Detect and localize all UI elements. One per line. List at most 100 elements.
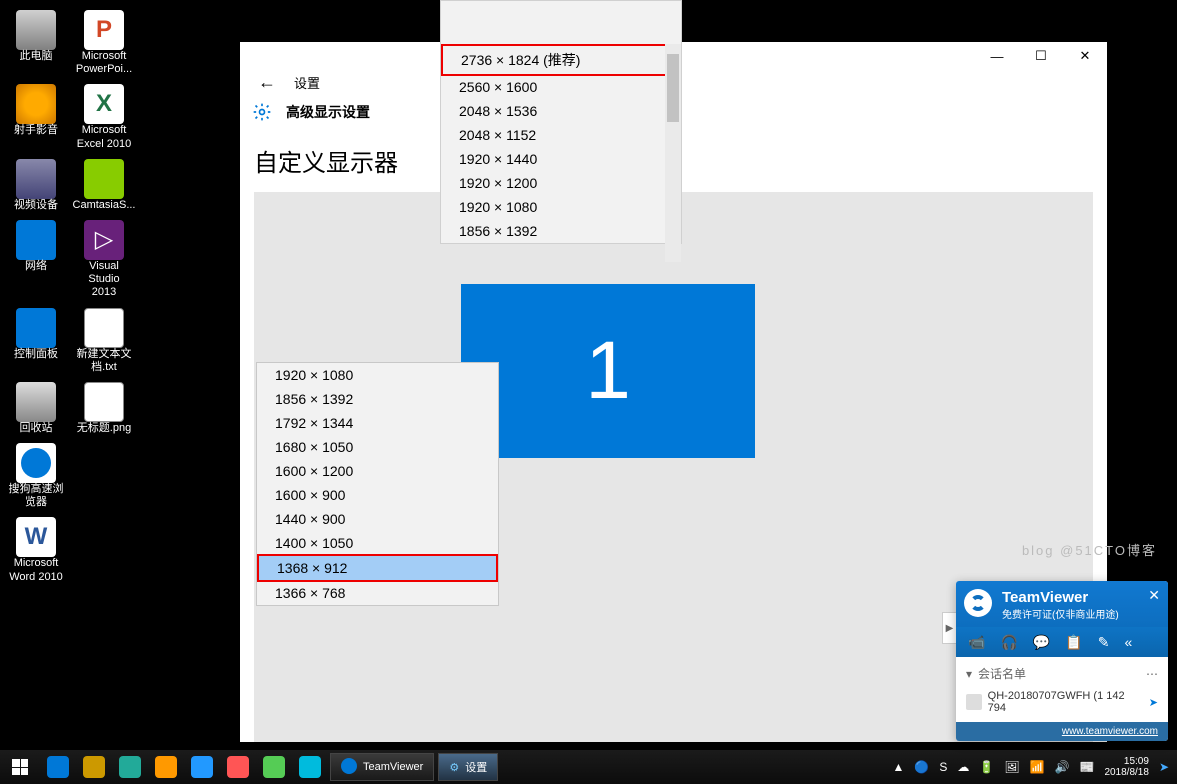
session-item[interactable]: QH-20180707GWFH (1 142 794 ➤ bbox=[966, 690, 1158, 714]
scrollbar-thumb[interactable] bbox=[667, 54, 679, 122]
desktop-icon[interactable]: XMicrosoft Excel 2010 bbox=[76, 82, 132, 152]
desktop-icon[interactable]: 控制面板 bbox=[8, 306, 64, 376]
resolution-option[interactable]: 1920 × 1080 bbox=[441, 195, 681, 219]
teamviewer-subtitle: 免费许可证(仅非商业用途) bbox=[1002, 606, 1158, 621]
taskbar-clock[interactable]: 15:09 2018/8/18 bbox=[1104, 756, 1149, 778]
desktop-icon-label: Microsoft Word 2010 bbox=[8, 557, 64, 583]
desktop-icon[interactable]: 此电脑 bbox=[8, 8, 64, 78]
desktop-icon-label: 射手影音 bbox=[14, 124, 58, 137]
resolution-option[interactable]: 1440 × 900 bbox=[257, 507, 498, 531]
resolution-option[interactable]: 1400 × 1050 bbox=[257, 531, 498, 555]
teamviewer-tool-button[interactable]: 📋 bbox=[1065, 634, 1082, 651]
desktop-icon[interactable]: 网络 bbox=[8, 218, 64, 302]
taskbar-pinned-app[interactable] bbox=[148, 750, 184, 784]
teamviewer-tool-button[interactable]: 📹 bbox=[968, 634, 985, 651]
resolution-option[interactable]: 2048 × 1152 bbox=[441, 123, 681, 147]
app-icon bbox=[84, 159, 124, 199]
tray-icon[interactable]: 🔋 bbox=[979, 760, 994, 774]
resolution-option[interactable]: 2736 × 1824 (推荐) bbox=[441, 44, 681, 76]
resolution-option[interactable]: 2560 × 1600 bbox=[441, 75, 681, 99]
desktop-icon[interactable]: WMicrosoft Word 2010 bbox=[8, 515, 64, 585]
desktop-icon[interactable]: PMicrosoft PowerPoi... bbox=[76, 8, 132, 78]
tray-icon[interactable]: S bbox=[939, 760, 947, 774]
cursor-icon[interactable]: ➤ bbox=[1149, 696, 1158, 709]
resolution-option[interactable]: 2048 × 1536 bbox=[441, 99, 681, 123]
teamviewer-panel: TeamViewer 免费许可证(仅非商业用途) ✕ 📹 🎧 💬 📋 ✎ « ▾ 会话名单… bbox=[956, 581, 1168, 741]
start-button[interactable] bbox=[0, 750, 40, 784]
resolution-option[interactable]: 1600 × 1200 bbox=[257, 459, 498, 483]
resolution-option[interactable]: 1792 × 1344 bbox=[257, 411, 498, 435]
tray-icon[interactable]: 🖼 bbox=[1004, 760, 1019, 774]
dropdown-scrollbar[interactable] bbox=[665, 44, 681, 262]
resolution-option[interactable]: 1680 × 1050 bbox=[257, 435, 498, 459]
taskbar-window-label: TeamViewer bbox=[363, 761, 423, 773]
taskbar-pinned-app[interactable] bbox=[40, 750, 76, 784]
resolution-dropdown-top[interactable]: 2736 × 1824 (推荐)2560 × 16002048 × 153620… bbox=[440, 0, 682, 244]
desktop-icon[interactable]: CamtasiaS... bbox=[76, 157, 132, 214]
desktop-icon[interactable]: 射手影音 bbox=[8, 82, 64, 152]
desktop-icon[interactable]: 回收站 bbox=[8, 380, 64, 437]
desktop-icon[interactable]: 新建文本文档.txt bbox=[76, 306, 132, 376]
desktop-icon-label: 无标题.png bbox=[77, 422, 131, 435]
taskbar-pinned-app[interactable] bbox=[112, 750, 148, 784]
teamviewer-footer-link[interactable]: www.teamviewer.com bbox=[956, 722, 1168, 741]
maximize-button[interactable]: ☐ bbox=[1019, 42, 1063, 70]
desktop-icon[interactable]: 无标题.png bbox=[76, 380, 132, 437]
tray-icon[interactable]: 📶 bbox=[1030, 760, 1045, 774]
tray-icon[interactable]: 🔊 bbox=[1055, 760, 1070, 774]
tray-icon[interactable]: ☁ bbox=[957, 760, 969, 774]
teamviewer-tool-button[interactable]: « bbox=[1124, 634, 1132, 650]
desktop-icon-label: Visual Studio 2013 bbox=[76, 260, 132, 300]
resolution-dropdown-bottom[interactable]: 1920 × 10801856 × 13921792 × 13441680 × … bbox=[256, 362, 499, 606]
session-menu-icon[interactable]: ⋯ bbox=[1146, 667, 1158, 681]
app-icon bbox=[16, 10, 56, 50]
taskbar-open-window[interactable]: ⚙ 设置 bbox=[438, 753, 498, 781]
taskbar-pinned-app[interactable] bbox=[256, 750, 292, 784]
chevron-down-icon: ▾ bbox=[966, 667, 972, 681]
teamviewer-toolbar: 📹 🎧 💬 📋 ✎ « bbox=[956, 627, 1168, 657]
resolution-option[interactable]: 1856 × 1392 bbox=[441, 219, 681, 243]
taskbar-pinned-app[interactable] bbox=[76, 750, 112, 784]
teamviewer-title: TeamViewer bbox=[1002, 589, 1158, 606]
resolution-option[interactable]: 1600 × 900 bbox=[257, 483, 498, 507]
teamviewer-tool-button[interactable]: 🎧 bbox=[1000, 634, 1017, 651]
gear-icon: ⚙ bbox=[449, 761, 459, 774]
close-button[interactable]: ✕ bbox=[1063, 42, 1107, 70]
session-list-header[interactable]: ▾ 会话名单 ⋯ bbox=[966, 665, 1158, 682]
avatar-icon bbox=[966, 694, 982, 710]
desktop-icon[interactable]: 搜狗高速浏览器 bbox=[8, 441, 64, 511]
system-tray: ▲ 🔵 S ☁ 🔋 🖼 📶 🔊 📰 15:09 2018/8/18 ➤ bbox=[893, 756, 1177, 778]
taskbar-pinned-app[interactable] bbox=[220, 750, 256, 784]
resolution-option[interactable]: 1920 × 1440 bbox=[441, 147, 681, 171]
teamviewer-tool-button[interactable]: 💬 bbox=[1033, 634, 1050, 651]
teamviewer-session-list: ▾ 会话名单 ⋯ QH-20180707GWFH (1 142 794 ➤ bbox=[956, 657, 1168, 722]
tv-icon bbox=[341, 758, 357, 777]
tray-icon[interactable]: ▲ bbox=[893, 760, 905, 774]
resolution-option[interactable]: 1368 × 912 bbox=[257, 554, 498, 582]
taskbar-pinned-app[interactable] bbox=[292, 750, 328, 784]
teamviewer-tool-button[interactable]: ✎ bbox=[1098, 634, 1110, 651]
app-icon: P bbox=[84, 10, 124, 50]
minimize-button[interactable]: — bbox=[975, 42, 1019, 70]
tray-icon[interactable]: 📰 bbox=[1079, 760, 1094, 774]
taskbar-pinned-app[interactable] bbox=[184, 750, 220, 784]
desktop-icon[interactable]: 视频设备 bbox=[8, 157, 64, 214]
resolution-option[interactable]: 1920 × 1200 bbox=[441, 171, 681, 195]
back-button[interactable]: ← bbox=[258, 72, 276, 93]
monitor-1[interactable]: 1 bbox=[461, 284, 755, 458]
resolution-option[interactable]: 1366 × 768 bbox=[257, 581, 498, 605]
resolution-option[interactable]: 1920 × 1080 bbox=[257, 363, 498, 387]
tray-icon[interactable]: 🔵 bbox=[914, 760, 929, 774]
gear-icon bbox=[252, 102, 272, 122]
session-header-label: 会话名单 bbox=[978, 665, 1026, 682]
app-icon: W bbox=[16, 517, 56, 557]
desktop-icon[interactable]: ▷Visual Studio 2013 bbox=[76, 218, 132, 302]
taskbar-open-window[interactable]: TeamViewer bbox=[330, 753, 434, 781]
teamviewer-close-button[interactable]: ✕ bbox=[1148, 587, 1160, 604]
cursor-tray-icon[interactable]: ➤ bbox=[1159, 760, 1169, 774]
teamviewer-logo-icon bbox=[964, 589, 992, 617]
teamviewer-collapse-tab[interactable]: ▶ bbox=[942, 612, 956, 644]
resolution-option[interactable]: 1856 × 1392 bbox=[257, 387, 498, 411]
app-icon bbox=[16, 159, 56, 199]
taskbar-window-label: 设置 bbox=[465, 759, 487, 775]
